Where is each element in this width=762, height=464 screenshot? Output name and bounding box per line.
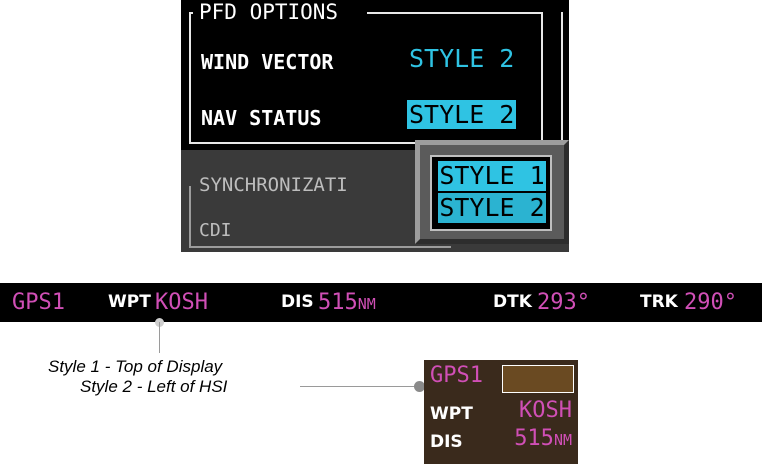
nav-status-value[interactable]: STYLE 2 [407, 100, 517, 129]
style2-callout-line [300, 386, 418, 387]
dis-unit: NM [357, 295, 376, 313]
synchronization-title: SYNCHRONIZATI [195, 174, 352, 196]
dtk-label: DTK [493, 292, 532, 312]
style1-callout-line [159, 322, 160, 353]
dtk-value: 293° [537, 290, 590, 315]
cdi-label: CDI [199, 220, 232, 241]
hsi-dis-value: 515NM [514, 426, 572, 451]
style-2-option[interactable]: STYLE 2 [438, 193, 546, 223]
dis-label: DIS [281, 292, 314, 312]
dis-value: 515NM [318, 290, 376, 315]
hsi-dis-unit: NM [553, 431, 572, 449]
hsi-wpt-value: KOSH [519, 398, 572, 423]
frame-topline-right [367, 12, 541, 14]
adjacent-frame [561, 12, 569, 144]
wpt-value: KOSH [155, 290, 208, 315]
style1-caption: Style 1 - Top of Display [48, 357, 223, 376]
trk-value: 290° [684, 290, 737, 315]
style-1-option[interactable]: STYLE 1 [438, 161, 546, 191]
hsi-nav-source: GPS1 [430, 363, 483, 388]
nav-source: GPS1 [12, 290, 65, 315]
hsi-nav-panel: GPS1 WPT KOSH DIS 515NM [424, 360, 578, 464]
pfd-options-window: PFD OPTIONS WIND VECTOR STYLE 2 NAV STAT… [181, 0, 569, 252]
style-popup-list: STYLE 1 STYLE 2 [430, 155, 552, 231]
style2-caption: Style 2 - Left of HSI [80, 377, 228, 396]
nav-status-label: NAV STATUS [201, 106, 322, 130]
hsi-wpt-label: WPT [430, 404, 473, 424]
wind-vector-value[interactable]: STYLE 2 [409, 44, 514, 73]
wpt-label: WPT [108, 292, 151, 312]
trk-label: TRK [640, 292, 678, 312]
hsi-source-box [502, 365, 574, 393]
nav-status-bar: GPS1 WPT KOSH DIS 515NM DTK 293° TRK 290… [0, 283, 762, 322]
style-popup: STYLE 1 STYLE 2 [415, 140, 569, 244]
pfd-options-title: PFD OPTIONS [193, 1, 345, 23]
wind-vector-label: WIND VECTOR [201, 50, 334, 74]
hsi-dis-label: DIS [430, 432, 463, 452]
